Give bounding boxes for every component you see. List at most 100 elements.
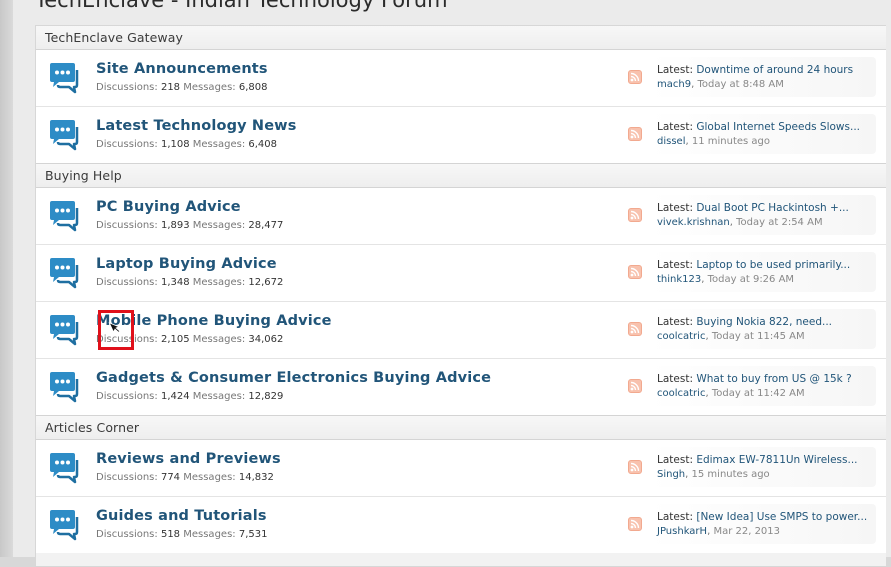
rss-feed-icon[interactable]	[628, 517, 642, 531]
discussions-count: 774	[160, 472, 181, 483]
forum-speech-bubble-icon	[50, 201, 79, 232]
last-post-box: Latest: Edimax EW-7811Un Wireless... Sin…	[650, 447, 876, 487]
node-title-link[interactable]: Gadgets & Consumer Electronics Buying Ad…	[96, 370, 491, 386]
latest-thread-link[interactable]: Downtime of around 24 hours	[696, 64, 853, 76]
last-post-box: Latest: Downtime of around 24 hours mach…	[650, 57, 876, 97]
node-title-link[interactable]: Latest Technology News	[96, 118, 297, 134]
node-title-link[interactable]: Laptop Buying Advice	[96, 256, 277, 272]
latest-thread-link[interactable]: Laptop to be used primarily...	[696, 259, 850, 271]
messages-count: 12,829	[248, 391, 284, 402]
latest-user-link[interactable]: mach9	[657, 79, 691, 90]
node-title-link[interactable]: Guides and Tutorials	[96, 508, 267, 524]
latest-label: Latest:	[657, 373, 693, 385]
rss-feed-icon[interactable]	[628, 265, 642, 279]
messages-count: 12,672	[248, 277, 284, 288]
last-post-box: Latest: Buying Nokia 822, need... coolca…	[650, 309, 876, 349]
messages-count: 7,531	[238, 529, 268, 540]
category-title: TechEnclave Gateway	[45, 30, 184, 45]
latest-thread-link[interactable]: [New Idea] Use SMPS to power...	[696, 511, 867, 523]
latest-label: Latest:	[657, 259, 693, 271]
discussions-count: 1,348	[160, 277, 190, 288]
messages-label: Messages:	[192, 334, 246, 345]
forum-node: Latest Technology News Discussions: 1,10…	[36, 107, 886, 163]
messages-label: Messages:	[183, 82, 236, 93]
latest-user-link[interactable]: JPushkarH	[657, 526, 707, 537]
latest-time[interactable]: Today at 11:45 AM	[712, 331, 805, 342]
forum-node: Gadgets & Consumer Electronics Buying Ad…	[36, 359, 886, 415]
rss-feed-icon[interactable]	[628, 379, 642, 393]
discussions-label: Discussions:	[96, 529, 158, 540]
last-post-box: Latest: Laptop to be used primarily... t…	[650, 252, 876, 292]
latest-label: Latest:	[657, 202, 693, 214]
rss-feed-icon[interactable]	[628, 208, 642, 222]
rss-feed-icon[interactable]	[628, 322, 642, 336]
node-title-link[interactable]: Reviews and Previews	[96, 451, 281, 467]
latest-time[interactable]: Today at 9:26 AM	[708, 274, 794, 285]
latest-time[interactable]: Today at 11:42 AM	[712, 388, 805, 399]
messages-count: 6,408	[248, 139, 278, 150]
latest-user-link[interactable]: Singh	[657, 469, 685, 480]
discussions-count: 1,108	[160, 139, 190, 150]
latest-label: Latest:	[657, 316, 693, 328]
forum-page: TechEnclave - Indian Technology Forum Te…	[13, 0, 891, 567]
latest-label: Latest:	[657, 511, 693, 523]
latest-time[interactable]: Today at 2:54 AM	[736, 217, 822, 228]
rss-feed-icon[interactable]	[628, 460, 642, 474]
messages-count: 28,477	[248, 220, 284, 231]
forum-node: PC Buying Advice Discussions: 1,893 Mess…	[36, 188, 886, 245]
messages-label: Messages:	[192, 391, 246, 402]
messages-count: 6,808	[238, 82, 268, 93]
discussions-label: Discussions:	[96, 82, 158, 93]
forum-node: Laptop Buying Advice Discussions: 1,348 …	[36, 245, 886, 302]
last-post-box: Latest: What to buy from US @ 15k ? cool…	[650, 366, 876, 406]
latest-time[interactable]: 11 minutes ago	[692, 136, 770, 147]
last-post-box: Latest: Dual Boot PC Hackintosh +... viv…	[650, 195, 876, 235]
latest-thread-link[interactable]: Edimax EW-7811Un Wireless...	[696, 454, 857, 466]
latest-thread-link[interactable]: Dual Boot PC Hackintosh +...	[696, 202, 849, 214]
forum-speech-bubble-icon	[50, 510, 79, 541]
latest-user-link[interactable]: vivek.krishnan	[657, 217, 730, 228]
forum-speech-bubble-icon	[50, 63, 79, 94]
forum-speech-bubble-icon	[50, 315, 79, 346]
category-header[interactable]: TechEnclave Gateway	[36, 26, 886, 50]
messages-label: Messages:	[183, 529, 236, 540]
discussions-count: 218	[160, 82, 181, 93]
latest-user-link[interactable]: coolcatric	[657, 388, 705, 399]
latest-user-link[interactable]: coolcatric	[657, 331, 705, 342]
node-stats: Discussions: 774 Messages: 14,832	[96, 472, 274, 483]
node-stats: Discussions: 1,348 Messages: 12,672	[96, 277, 283, 288]
latest-time[interactable]: Today at 8:48 AM	[697, 79, 783, 90]
discussions-label: Discussions:	[96, 391, 158, 402]
latest-user-link[interactable]: dissel	[657, 136, 685, 147]
latest-label: Latest:	[657, 64, 693, 76]
messages-label: Messages:	[192, 277, 246, 288]
discussions-label: Discussions:	[96, 139, 158, 150]
latest-user-link[interactable]: think123	[657, 274, 701, 285]
rss-feed-icon[interactable]	[628, 70, 642, 84]
forum-node: Reviews and Previews Discussions: 774 Me…	[36, 440, 886, 497]
category-header[interactable]: Articles Corner	[36, 415, 886, 440]
latest-thread-link[interactable]: Buying Nokia 822, need...	[696, 316, 832, 328]
forum-node: Mobile Phone Buying Advice Discussions: …	[36, 302, 886, 359]
last-post-box: Latest: Global Internet Speeds Slows... …	[650, 114, 876, 154]
forum-speech-bubble-icon	[50, 258, 79, 289]
latest-time[interactable]: Mar 22, 2013	[713, 526, 780, 537]
forum-node-list: TechEnclave Gateway Site Announcements D…	[35, 25, 886, 567]
messages-count: 34,062	[248, 334, 284, 345]
node-title-link[interactable]: Site Announcements	[96, 61, 268, 77]
node-title-link[interactable]: PC Buying Advice	[96, 199, 241, 215]
category-header[interactable]: Buying Help	[36, 163, 886, 188]
forum-speech-bubble-icon	[50, 453, 79, 484]
rss-feed-icon[interactable]	[628, 127, 642, 141]
latest-thread-link[interactable]: What to buy from US @ 15k ?	[696, 373, 851, 385]
messages-label: Messages:	[192, 220, 246, 231]
left-window-edge	[0, 0, 13, 557]
messages-count: 14,832	[238, 472, 274, 483]
forum-speech-bubble-icon	[50, 372, 79, 403]
forum-node: Guides and Tutorials Discussions: 518 Me…	[36, 497, 886, 553]
latest-label: Latest:	[657, 121, 693, 133]
latest-thread-link[interactable]: Global Internet Speeds Slows...	[696, 121, 860, 133]
node-stats: Discussions: 1,424 Messages: 12,829	[96, 391, 283, 402]
messages-label: Messages:	[183, 472, 236, 483]
latest-time[interactable]: 15 minutes ago	[692, 469, 770, 480]
